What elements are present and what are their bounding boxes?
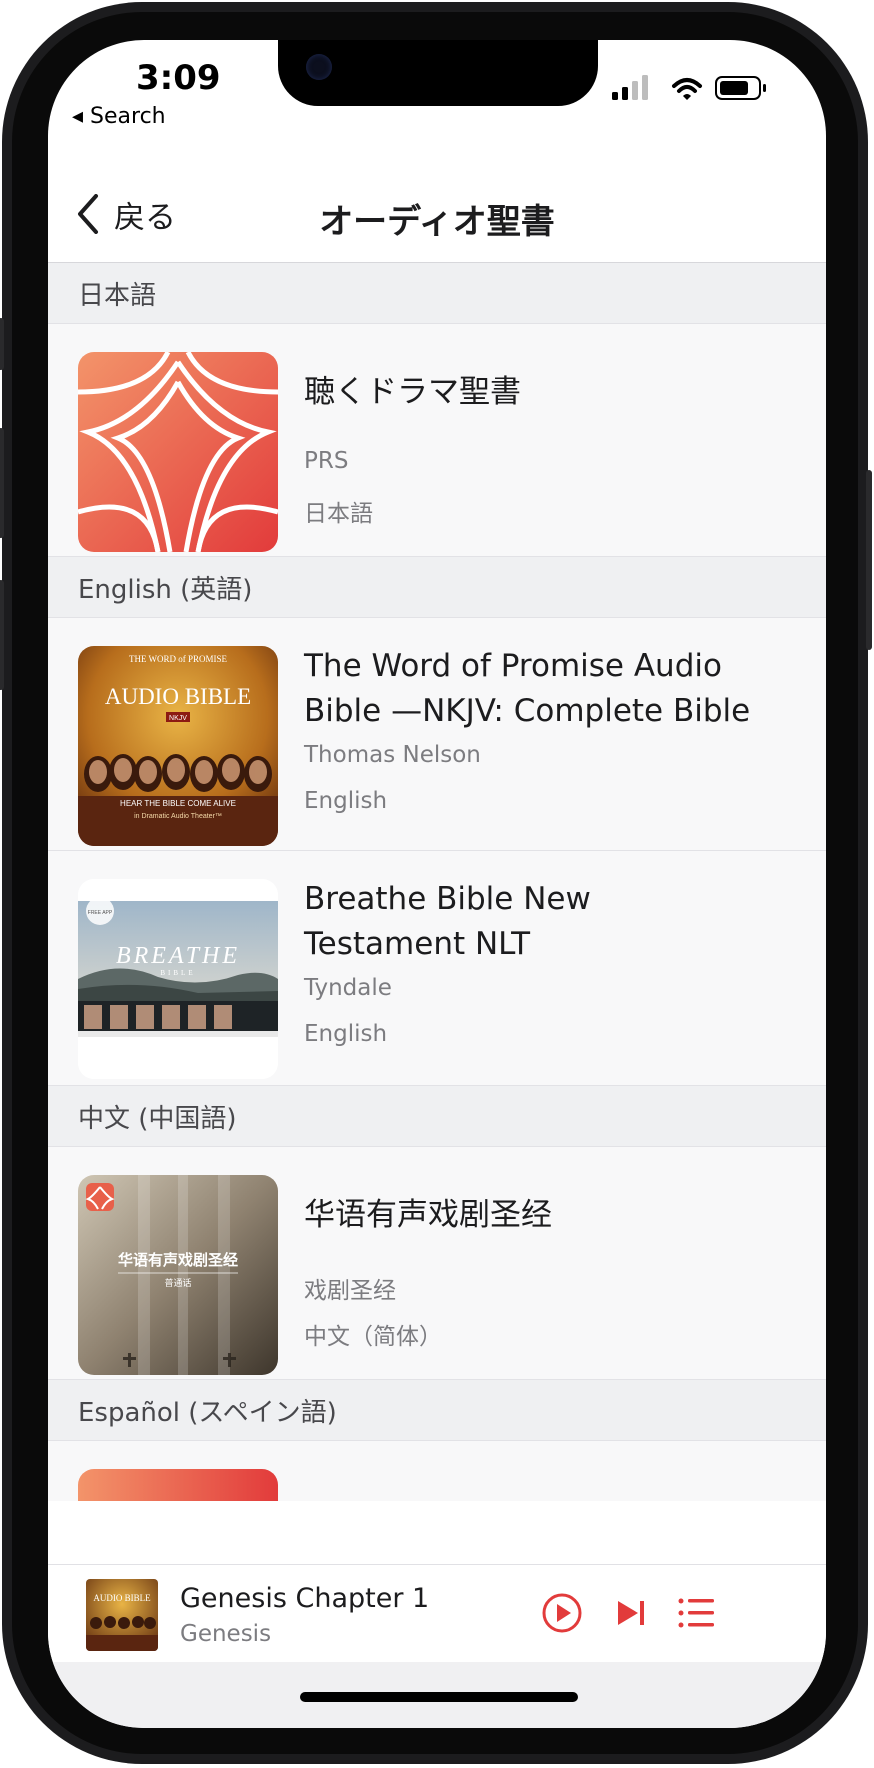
breathe-subtitle-text: BIBLE	[160, 969, 195, 977]
audio-bible-cover-art: THE WORD of PROMISE AUDIO BIBLE NKJV HEA…	[78, 646, 278, 846]
home-indicator-area	[48, 1662, 826, 1728]
volume-down-button	[0, 580, 4, 690]
mini-player[interactable]: AUDIO BIBLE Genesis Chapter 1 Genesis	[48, 1564, 826, 1663]
cellular-signal-icon	[612, 75, 648, 100]
cover-top-text: THE WORD of PROMISE	[129, 654, 228, 664]
page-title: オーディオ聖書	[319, 202, 555, 242]
item-title: 华语有声戏剧圣经	[304, 1197, 552, 1233]
now-playing-subtitle: Genesis	[180, 1621, 272, 1647]
chinese-cover-title: 华语有声戏剧圣经	[118, 1251, 238, 1269]
cover-tagline: HEAR THE BIBLE COME ALIVE	[120, 799, 236, 808]
item-author: Tyndale	[304, 975, 392, 1001]
cover-tagline-2: in Dramatic Audio Theater™	[134, 813, 222, 820]
item-title: Breathe Bible New Testament NLT	[304, 881, 591, 962]
item-language: English	[304, 788, 388, 814]
list-item[interactable]	[48, 1441, 826, 1501]
list-item[interactable]: THE WORD of PROMISE AUDIO BIBLE NKJV HEA…	[48, 618, 826, 851]
status-time: 3:09	[136, 58, 221, 98]
item-title: The Word of Promise Audio Bible —NKJV: C…	[304, 648, 751, 729]
volume-up-button	[0, 428, 4, 538]
play-circle-icon	[542, 1593, 582, 1633]
section-header-spanish: Español (スペイン語)	[48, 1380, 826, 1441]
mini-art-text: AUDIO BIBLE	[93, 1593, 151, 1603]
signal-wifi-battery-icons	[612, 75, 766, 100]
list-item[interactable]: 聴くドラマ聖書 PRS 日本語	[48, 324, 826, 557]
section-header-japanese: 日本語	[48, 263, 826, 324]
home-indicator[interactable]	[300, 1692, 578, 1702]
play-button[interactable]	[540, 1591, 584, 1639]
status-icons	[612, 74, 772, 104]
list-item[interactable]: FREE APP BREATHE BIBLE Breathe Bible New…	[48, 851, 826, 1086]
screen: 3:09 ◂ Search 戻る オーディオ聖書 日本語 聴くドラマ聖書 PRS…	[48, 40, 826, 1728]
now-playing-cover: AUDIO BIBLE	[86, 1579, 158, 1651]
word-of-promise-cover: THE WORD of PROMISE AUDIO BIBLE NKJV HEA…	[78, 646, 278, 846]
now-playing-title: Genesis Chapter 1	[180, 1583, 430, 1614]
breathe-title-text: BREATHE	[116, 943, 240, 969]
item-language: English	[304, 1021, 388, 1047]
list-item[interactable]: 华语有声戏剧圣经 普通话 华语有声戏剧圣经 戏剧圣经 中文（简体）	[48, 1147, 826, 1380]
item-author: PRS	[304, 448, 349, 474]
cross-logo-icon	[78, 352, 278, 552]
power-button	[866, 470, 872, 650]
breathe-bible-cover: FREE APP BREATHE BIBLE	[78, 879, 278, 1079]
chinese-drama-bible-cover: 华语有声戏剧圣经 普通话	[78, 1175, 278, 1375]
bible-list: 日本語 聴くドラマ聖書 PRS 日本語 English (英語) THE WOR…	[48, 263, 826, 1501]
chinese-cover-art: 华语有声戏剧圣经 普通话	[78, 1175, 278, 1375]
next-track-button[interactable]	[610, 1591, 654, 1639]
drama-bible-logo-cover	[78, 352, 278, 552]
item-language: 日本語	[304, 501, 373, 527]
section-header-english: English (英語)	[48, 557, 826, 618]
cover-badge: NKJV	[169, 715, 187, 722]
chinese-cover-subtitle: 普通话	[164, 1277, 191, 1289]
navigation-bar: 戻る オーディオ聖書	[48, 160, 826, 263]
free-app-badge: FREE APP	[88, 910, 113, 916]
notch	[278, 40, 598, 106]
list-icon	[678, 1598, 714, 1628]
battery-icon	[715, 76, 766, 100]
cover-main-text: AUDIO BIBLE	[105, 684, 251, 709]
return-to-search-link[interactable]: ◂ Search	[72, 104, 166, 129]
spanish-bible-cover-partial	[78, 1469, 278, 1501]
now-playing-artwork: AUDIO BIBLE	[86, 1579, 158, 1651]
mute-switch	[0, 318, 4, 370]
section-header-chinese: 中文 (中国語)	[48, 1086, 826, 1147]
front-camera	[306, 54, 332, 80]
item-language: 中文（简体）	[304, 1324, 442, 1350]
item-author: 戏剧圣经	[304, 1278, 396, 1304]
item-author: Thomas Nelson	[304, 742, 481, 768]
skip-forward-icon	[618, 1601, 644, 1625]
breathe-cover-art: FREE APP BREATHE BIBLE	[78, 879, 278, 1079]
wifi-icon	[672, 78, 702, 100]
item-title: 聴くドラマ聖書	[304, 374, 521, 410]
queue-list-button[interactable]	[674, 1591, 718, 1639]
